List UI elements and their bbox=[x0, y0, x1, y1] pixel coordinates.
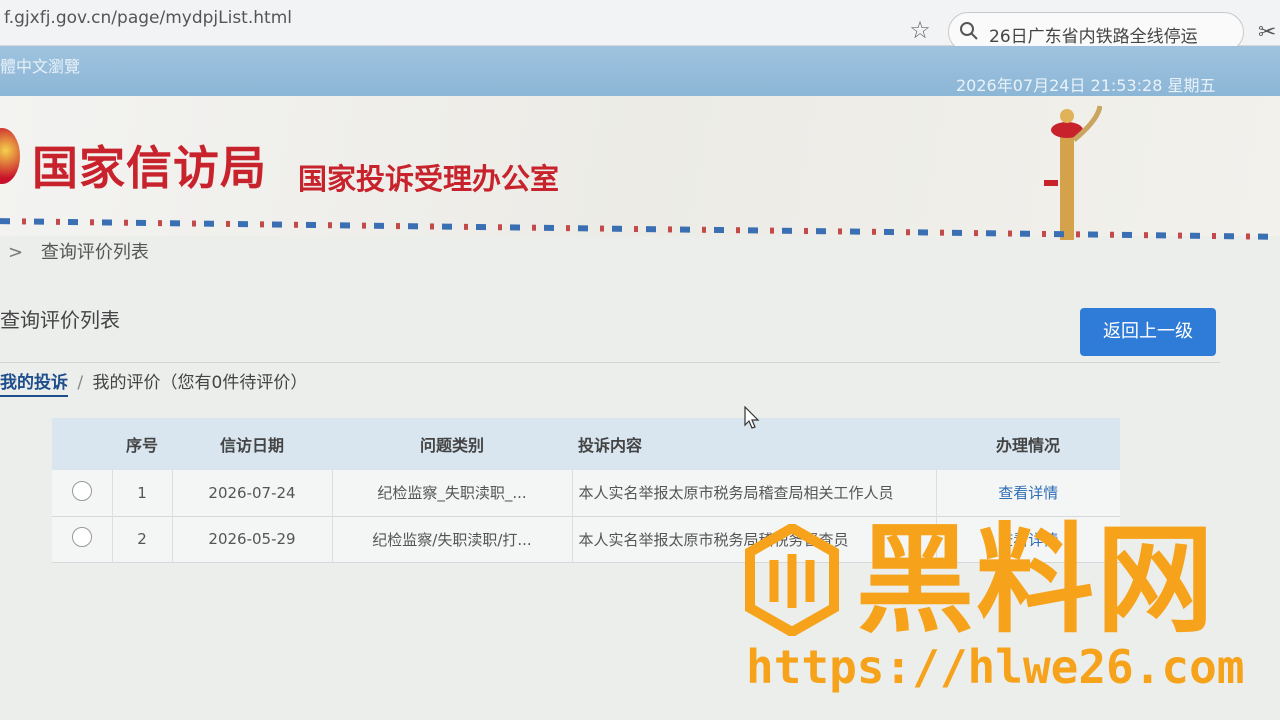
mouse-cursor-icon bbox=[744, 406, 760, 429]
table-header-row: 序号 信访日期 问题类别 投诉内容 办理情况 bbox=[52, 418, 1120, 470]
cell-date: 2026-07-24 bbox=[172, 470, 333, 516]
watermark-logo-icon bbox=[745, 524, 839, 636]
cell-seq: 2 bbox=[112, 516, 173, 562]
star-icon[interactable]: ☆ bbox=[906, 16, 934, 44]
content-text: 本人实名举报太原市税务局稽查局相关工作人员 bbox=[578, 484, 894, 503]
search-query: 26日广东省内铁路全线停运 bbox=[989, 27, 1198, 47]
cell-type: 纪检监察_失职渎职_... bbox=[332, 470, 573, 516]
breadcrumb-current: 查询评价列表 bbox=[40, 242, 149, 263]
scissors-icon[interactable]: ✂ bbox=[1258, 20, 1276, 45]
cell-seq: 1 bbox=[112, 470, 173, 516]
org-name: 国家信访局 bbox=[32, 141, 267, 195]
huabiao-pillar-icon bbox=[1044, 105, 1102, 240]
radio-button[interactable] bbox=[71, 527, 92, 547]
tab-bar: 我的投诉 / 我的评价（您有0件待评价） bbox=[0, 368, 308, 397]
col-status: 办理情况 bbox=[995, 436, 1060, 455]
watermark-url: https://hlwe26.com bbox=[746, 640, 1245, 694]
col-seq: 序号 bbox=[125, 436, 158, 455]
traditional-chinese-link[interactable]: 體中文瀏覽 bbox=[0, 53, 80, 77]
tab-separator: / bbox=[77, 373, 84, 393]
row-select[interactable] bbox=[52, 516, 113, 562]
page-title: 查询评价列表 bbox=[0, 308, 120, 332]
section-divider bbox=[0, 362, 1220, 363]
cell-content: 本人实名举报太原市税务局稽查局相关工作人员 bbox=[572, 470, 937, 516]
col-date: 信访日期 bbox=[219, 436, 284, 455]
browser-toolbar: f.gjxfj.gov.cn/page/mydpjList.html ☆ 26日… bbox=[0, 0, 1280, 52]
watermark-title: 黑料网 bbox=[856, 511, 1217, 649]
back-button[interactable]: 返回上一级 bbox=[1080, 308, 1216, 356]
row-select[interactable] bbox=[52, 470, 113, 516]
top-info-strip: 體中文瀏覽 2026年07月24日 21:53:28 星期五 bbox=[0, 46, 1280, 96]
table-row: 1 2026-07-24 纪检监察_失职渎职_... 本人实名举报太原市税务局稽… bbox=[52, 470, 1120, 516]
org-subtitle: 国家投诉受理办公室 bbox=[298, 162, 560, 196]
col-type: 问题类别 bbox=[419, 436, 484, 455]
radio-button[interactable] bbox=[71, 480, 92, 501]
breadcrumb: > 查询评价列表 bbox=[8, 238, 149, 264]
col-select bbox=[52, 418, 112, 470]
view-detail-link[interactable]: 查看详情 bbox=[936, 470, 1120, 516]
cell-date: 2026-05-29 bbox=[172, 516, 333, 562]
cell-type: 纪检监察/失职渎职/打... bbox=[332, 516, 573, 562]
tab-my-evaluations[interactable]: 我的评价（您有0件待评价） bbox=[93, 373, 308, 393]
search-icon bbox=[960, 22, 978, 40]
breadcrumb-separator: > bbox=[8, 242, 24, 263]
address-bar[interactable]: f.gjxfj.gov.cn/page/mydpjList.html bbox=[4, 8, 292, 28]
current-datetime: 2026年07月24日 21:53:28 星期五 bbox=[956, 76, 1216, 95]
tab-my-complaints[interactable]: 我的投诉 bbox=[0, 373, 68, 397]
